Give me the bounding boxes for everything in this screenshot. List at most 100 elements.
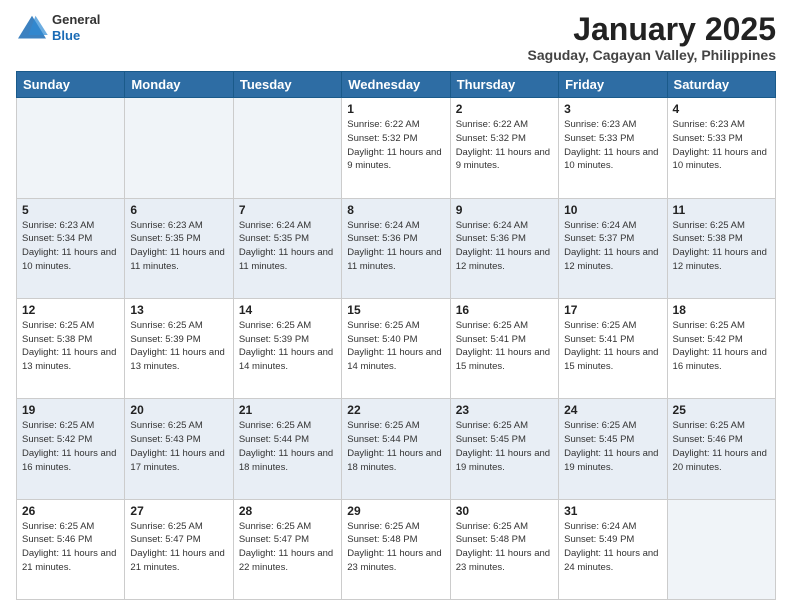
day-info: Sunrise: 6:25 AMSunset: 5:39 PMDaylight:… [130, 319, 227, 374]
table-row [233, 98, 341, 198]
day-number: 12 [22, 303, 119, 317]
day-number: 6 [130, 203, 227, 217]
day-info: Sunrise: 6:25 AMSunset: 5:42 PMDaylight:… [673, 319, 770, 374]
day-info: Sunrise: 6:22 AMSunset: 5:32 PMDaylight:… [347, 118, 444, 173]
day-info: Sunrise: 6:25 AMSunset: 5:48 PMDaylight:… [347, 520, 444, 575]
day-info: Sunrise: 6:23 AMSunset: 5:33 PMDaylight:… [673, 118, 770, 173]
day-number: 25 [673, 403, 770, 417]
table-row: 20Sunrise: 6:25 AMSunset: 5:43 PMDayligh… [125, 399, 233, 499]
logo-general: General [52, 12, 100, 27]
day-number: 2 [456, 102, 553, 116]
day-info: Sunrise: 6:25 AMSunset: 5:47 PMDaylight:… [239, 520, 336, 575]
table-row: 3 Sunrise: 6:23 AMSunset: 5:33 PMDaylight… [559, 98, 667, 198]
day-info: Sunrise: 6:25 AMSunset: 5:40 PMDaylight:… [347, 319, 444, 374]
title-section: January 2025 Saguday, Cagayan Valley, Ph… [528, 12, 776, 63]
day-number: 10 [564, 203, 661, 217]
table-row: 22Sunrise: 6:25 AMSunset: 5:44 PMDayligh… [342, 399, 450, 499]
day-number: 4 [673, 102, 770, 116]
month-title: January 2025 [528, 12, 776, 47]
logo-text: General Blue [52, 12, 100, 43]
table-row: 7Sunrise: 6:24 AMSunset: 5:35 PMDaylight… [233, 198, 341, 298]
table-row [125, 98, 233, 198]
table-row: 12 Sunrise: 6:25 AMSunset: 5:38 PMDayligh… [17, 298, 125, 398]
col-wednesday: Wednesday [342, 72, 450, 98]
day-info: Sunrise: 6:23 AMSunset: 5:35 PMDaylight:… [130, 219, 227, 274]
day-number: 26 [22, 504, 119, 518]
day-number: 15 [347, 303, 444, 317]
calendar-header-row: Sunday Monday Tuesday Wednesday Thursday… [17, 72, 776, 98]
calendar-week-row: 12 Sunrise: 6:25 AMSunset: 5:38 PMDayligh… [17, 298, 776, 398]
day-info: Sunrise: 6:25 AMSunset: 5:42 PMDaylight:… [22, 419, 119, 474]
day-info: Sunrise: 6:25 AMSunset: 5:46 PMDaylight:… [673, 419, 770, 474]
table-row: 28 Sunrise: 6:25 AMSunset: 5:47 PMDayligh… [233, 499, 341, 599]
day-info: Sunrise: 6:23 AMSunset: 5:34 PMDaylight:… [22, 219, 119, 274]
header: General Blue January 2025 Saguday, Cagay… [16, 12, 776, 63]
day-number: 18 [673, 303, 770, 317]
calendar-week-row: 1 Sunrise: 6:22 AMSunset: 5:32 PMDaylight… [17, 98, 776, 198]
calendar-week-row: 5 Sunrise: 6:23 AMSunset: 5:34 PMDaylight… [17, 198, 776, 298]
col-tuesday: Tuesday [233, 72, 341, 98]
day-number: 7 [239, 203, 336, 217]
day-number: 31 [564, 504, 661, 518]
day-number: 8 [347, 203, 444, 217]
table-row: 23 Sunrise: 6:25 AMSunset: 5:45 PMDayligh… [450, 399, 558, 499]
table-row: 15 Sunrise: 6:25 AMSunset: 5:40 PMDayligh… [342, 298, 450, 398]
day-number: 13 [130, 303, 227, 317]
day-info: Sunrise: 6:24 AMSunset: 5:37 PMDaylight:… [564, 219, 661, 274]
table-row: 9 Sunrise: 6:24 AMSunset: 5:36 PMDaylight… [450, 198, 558, 298]
col-sunday: Sunday [17, 72, 125, 98]
table-row: 5 Sunrise: 6:23 AMSunset: 5:34 PMDaylight… [17, 198, 125, 298]
day-info: Sunrise: 6:25 AMSunset: 5:38 PMDaylight:… [22, 319, 119, 374]
table-row: 14 Sunrise: 6:25 AMSunset: 5:39 PMDayligh… [233, 298, 341, 398]
table-row: 25 Sunrise: 6:25 AMSunset: 5:46 PMDayligh… [667, 399, 775, 499]
day-info: Sunrise: 6:24 AMSunset: 5:36 PMDaylight:… [347, 219, 444, 274]
table-row: 29 Sunrise: 6:25 AMSunset: 5:48 PMDayligh… [342, 499, 450, 599]
day-info: Sunrise: 6:25 AMSunset: 5:38 PMDaylight:… [673, 219, 770, 274]
day-number: 28 [239, 504, 336, 518]
table-row: 16 Sunrise: 6:25 AMSunset: 5:41 PMDayligh… [450, 298, 558, 398]
table-row: 30Sunrise: 6:25 AMSunset: 5:48 PMDayligh… [450, 499, 558, 599]
location: Saguday, Cagayan Valley, Philippines [528, 47, 776, 63]
page: General Blue January 2025 Saguday, Cagay… [0, 0, 792, 612]
logo-icon [16, 14, 48, 42]
day-number: 19 [22, 403, 119, 417]
table-row: 18 Sunrise: 6:25 AMSunset: 5:42 PMDayligh… [667, 298, 775, 398]
table-row [17, 98, 125, 198]
table-row: 17Sunrise: 6:25 AMSunset: 5:41 PMDayligh… [559, 298, 667, 398]
day-info: Sunrise: 6:25 AMSunset: 5:45 PMDaylight:… [456, 419, 553, 474]
day-number: 11 [673, 203, 770, 217]
day-number: 23 [456, 403, 553, 417]
col-saturday: Saturday [667, 72, 775, 98]
day-info: Sunrise: 6:23 AMSunset: 5:33 PMDaylight:… [564, 118, 661, 173]
day-number: 5 [22, 203, 119, 217]
day-info: Sunrise: 6:24 AMSunset: 5:49 PMDaylight:… [564, 520, 661, 575]
day-number: 29 [347, 504, 444, 518]
table-row: 8 Sunrise: 6:24 AMSunset: 5:36 PMDaylight… [342, 198, 450, 298]
col-monday: Monday [125, 72, 233, 98]
day-number: 14 [239, 303, 336, 317]
table-row: 24 Sunrise: 6:25 AMSunset: 5:45 PMDayligh… [559, 399, 667, 499]
table-row: 21Sunrise: 6:25 AMSunset: 5:44 PMDayligh… [233, 399, 341, 499]
table-row: 4 Sunrise: 6:23 AMSunset: 5:33 PMDaylight… [667, 98, 775, 198]
table-row: 26Sunrise: 6:25 AMSunset: 5:46 PMDayligh… [17, 499, 125, 599]
day-info: Sunrise: 6:25 AMSunset: 5:43 PMDaylight:… [130, 419, 227, 474]
day-number: 3 [564, 102, 661, 116]
day-number: 9 [456, 203, 553, 217]
day-info: Sunrise: 6:24 AMSunset: 5:36 PMDaylight:… [456, 219, 553, 274]
day-number: 24 [564, 403, 661, 417]
table-row [667, 499, 775, 599]
day-number: 16 [456, 303, 553, 317]
day-info: Sunrise: 6:25 AMSunset: 5:45 PMDaylight:… [564, 419, 661, 474]
day-info: Sunrise: 6:25 AMSunset: 5:41 PMDaylight:… [456, 319, 553, 374]
col-friday: Friday [559, 72, 667, 98]
day-info: Sunrise: 6:25 AMSunset: 5:47 PMDaylight:… [130, 520, 227, 575]
table-row: 13 Sunrise: 6:25 AMSunset: 5:39 PMDayligh… [125, 298, 233, 398]
day-info: Sunrise: 6:25 AMSunset: 5:39 PMDaylight:… [239, 319, 336, 374]
table-row: 31 Sunrise: 6:24 AMSunset: 5:49 PMDayligh… [559, 499, 667, 599]
table-row: 11 Sunrise: 6:25 AMSunset: 5:38 PMDayligh… [667, 198, 775, 298]
calendar-week-row: 26Sunrise: 6:25 AMSunset: 5:46 PMDayligh… [17, 499, 776, 599]
day-number: 22 [347, 403, 444, 417]
day-number: 1 [347, 102, 444, 116]
day-info: Sunrise: 6:25 AMSunset: 5:41 PMDaylight:… [564, 319, 661, 374]
table-row: 19 Sunrise: 6:25 AMSunset: 5:42 PMDayligh… [17, 399, 125, 499]
